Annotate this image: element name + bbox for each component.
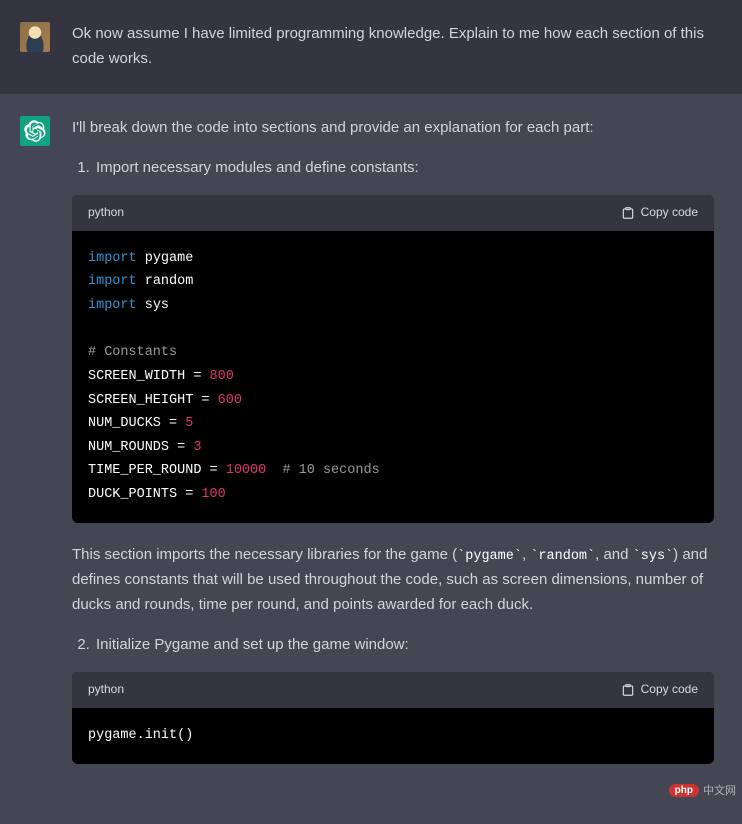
code-block-1: python Copy code import pygame import ra… bbox=[72, 195, 714, 523]
watermark-text: 中文网 bbox=[703, 782, 736, 798]
explanation-list-2: Initialize Pygame and set up the game wi… bbox=[72, 633, 714, 658]
assistant-message-row: I'll break down the code into sections a… bbox=[0, 94, 742, 824]
clipboard-icon bbox=[621, 206, 635, 220]
assistant-content: I'll break down the code into sections a… bbox=[72, 116, 722, 784]
code-body-1[interactable]: import pygame import random import sys #… bbox=[72, 231, 714, 523]
user-avatar bbox=[20, 22, 50, 52]
code-block-2: python Copy code pygame.init() bbox=[72, 672, 714, 763]
user-message-row: Ok now assume I have limited programming… bbox=[0, 0, 742, 94]
list-item-1: Import necessary modules and define cons… bbox=[94, 156, 714, 181]
assistant-avatar bbox=[20, 116, 50, 146]
copy-code-button[interactable]: Copy code bbox=[621, 203, 698, 223]
code-lang-label: python bbox=[88, 203, 124, 223]
code-header-1: python Copy code bbox=[72, 195, 714, 231]
clipboard-icon bbox=[621, 683, 635, 697]
assistant-intro-text: I'll break down the code into sections a… bbox=[72, 116, 714, 141]
watermark: php 中文网 bbox=[669, 782, 736, 798]
code-lang-label-2: python bbox=[88, 680, 124, 700]
copy-code-label-2: Copy code bbox=[641, 680, 698, 700]
code-body-2[interactable]: pygame.init() bbox=[72, 708, 714, 764]
user-message-text: Ok now assume I have limited programming… bbox=[72, 22, 722, 72]
openai-icon bbox=[24, 120, 46, 142]
list-item-2: Initialize Pygame and set up the game wi… bbox=[94, 633, 714, 658]
watermark-badge: php bbox=[669, 784, 699, 797]
copy-code-button-2[interactable]: Copy code bbox=[621, 680, 698, 700]
explanation-paragraph-1: This section imports the necessary libra… bbox=[72, 543, 714, 618]
explanation-list: Import necessary modules and define cons… bbox=[72, 156, 714, 181]
copy-code-label: Copy code bbox=[641, 203, 698, 223]
code-header-2: python Copy code bbox=[72, 672, 714, 708]
